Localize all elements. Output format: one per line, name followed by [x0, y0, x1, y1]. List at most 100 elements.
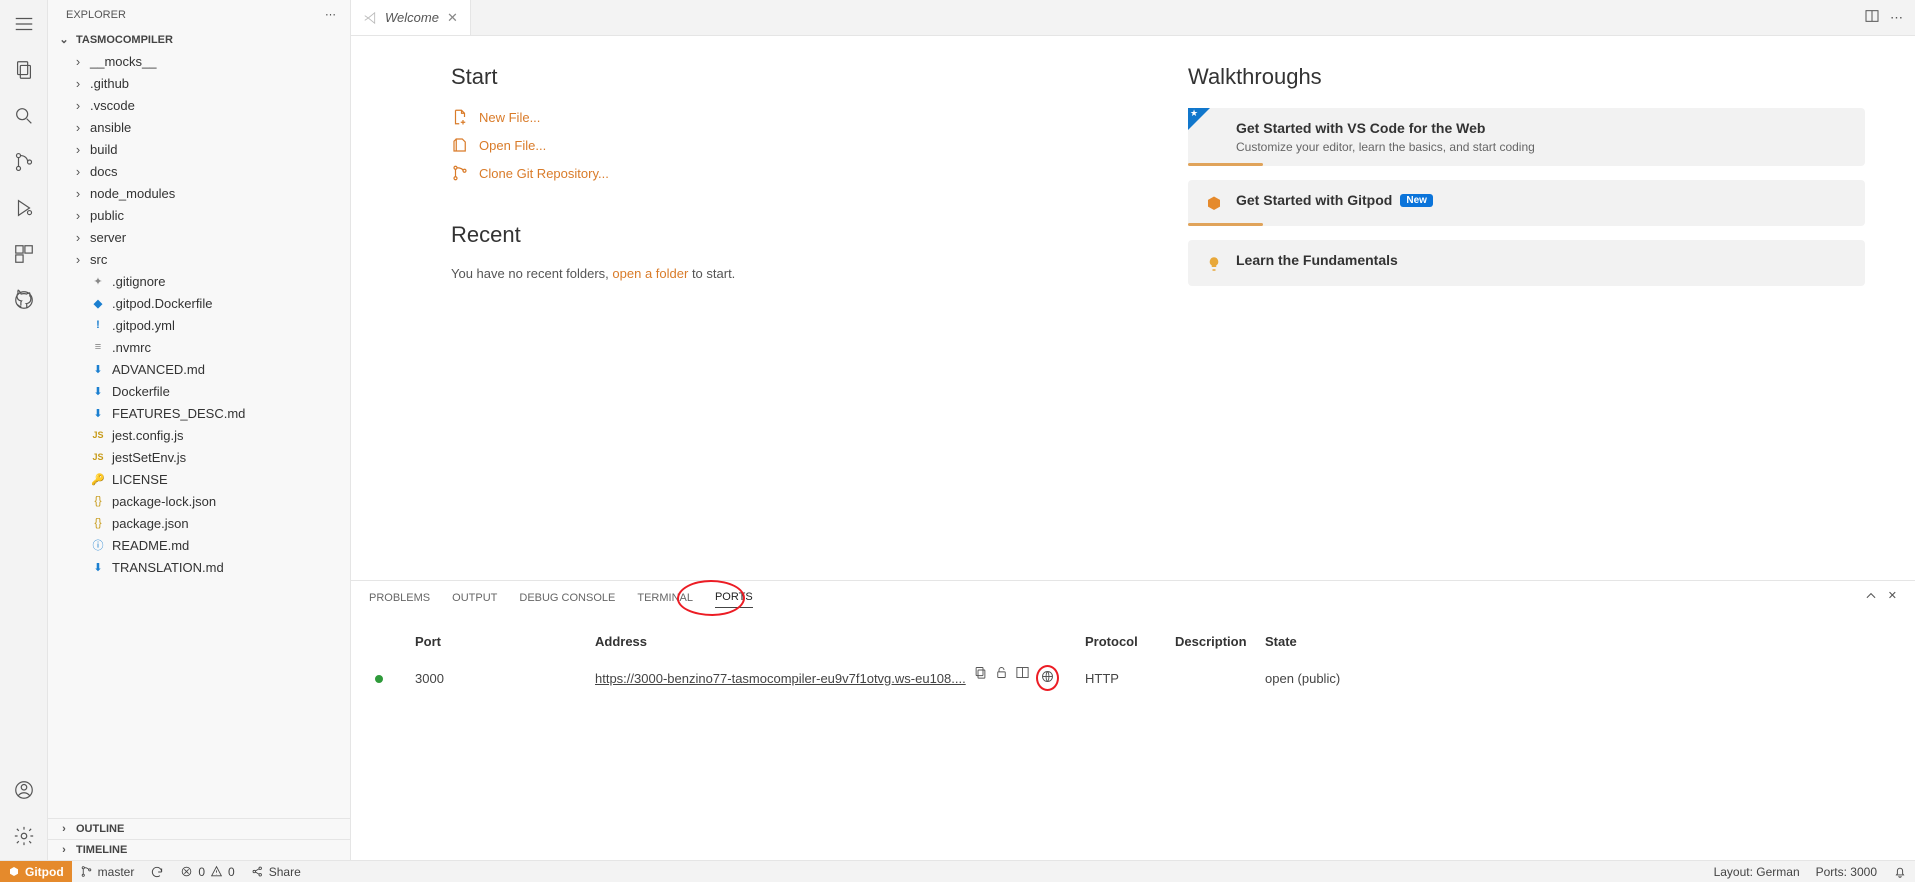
file-item[interactable]: ⬇ADVANCED.md — [48, 358, 350, 380]
project-header[interactable]: ⌄ TASMOCOMPILER — [48, 29, 350, 50]
panel-close-icon[interactable]: ✕ — [1888, 589, 1897, 606]
lock-open-icon[interactable] — [994, 665, 1009, 691]
tab-terminal[interactable]: TERMINAL — [637, 588, 693, 608]
chevron-right-icon: › — [72, 208, 84, 223]
git-branch-icon — [451, 164, 469, 182]
start-heading: Start — [451, 64, 1128, 90]
close-icon[interactable]: ✕ — [447, 10, 458, 26]
chevron-right-icon: › — [72, 76, 84, 91]
walkthrough-vscode[interactable]: Get Started with VS Code for the Web Cus… — [1188, 108, 1865, 166]
file-item[interactable]: {}package.json — [48, 512, 350, 534]
outline-section[interactable]: › OUTLINE — [48, 818, 350, 839]
share-status[interactable]: Share — [243, 861, 309, 882]
vscode-logo-icon — [363, 11, 377, 25]
folder-item[interactable]: ›ansible — [48, 116, 350, 138]
gitpod-status[interactable]: Gitpod — [0, 861, 72, 882]
problems-status[interactable]: 0 0 — [172, 861, 242, 882]
new-badge: New — [1400, 194, 1433, 207]
folder-item[interactable]: ›.github — [48, 72, 350, 94]
tab-welcome[interactable]: Welcome ✕ — [351, 0, 471, 35]
sync-status[interactable] — [142, 861, 172, 882]
timeline-section[interactable]: › TIMELINE — [48, 839, 350, 860]
scm-icon[interactable] — [10, 148, 38, 176]
account-icon[interactable] — [10, 776, 38, 804]
port-value: 3000 — [409, 657, 589, 699]
menu-icon[interactable] — [10, 10, 38, 38]
folder-item[interactable]: ›.vscode — [48, 94, 350, 116]
explorer-title: EXPLORER — [66, 9, 126, 21]
github-icon[interactable] — [10, 286, 38, 314]
port-address-link[interactable]: https://3000-benzino77-tasmocompiler-eu9… — [595, 671, 966, 686]
split-editor-icon[interactable] — [1864, 8, 1880, 27]
file-item[interactable]: JSjest.config.js — [48, 424, 350, 446]
vscode-logo-icon — [1204, 122, 1224, 142]
file-tree: ›__mocks__›.github›.vscode›ansible›build… — [48, 50, 350, 818]
settings-gear-icon[interactable] — [10, 822, 38, 850]
folder-item[interactable]: ›docs — [48, 160, 350, 182]
open-file-link[interactable]: Open File... — [451, 136, 1128, 154]
walkthroughs-heading: Walkthroughs — [1188, 64, 1865, 90]
tab-debug-console[interactable]: DEBUG CONSOLE — [519, 588, 615, 608]
branch-status[interactable]: master — [72, 861, 143, 882]
file-item[interactable]: 🔑LICENSE — [48, 468, 350, 490]
folder-item[interactable]: ›node_modules — [48, 182, 350, 204]
work-area: Welcome ✕ ⋯ Start — [351, 0, 1915, 860]
folder-item[interactable]: ›src — [48, 248, 350, 270]
file-item[interactable]: JSjestSetEnv.js — [48, 446, 350, 468]
editor-tabbar: Welcome ✕ ⋯ — [351, 0, 1915, 36]
file-item[interactable]: ⬇TRANSLATION.md — [48, 556, 350, 578]
clone-repo-link[interactable]: Clone Git Repository... — [451, 164, 1128, 182]
folder-item[interactable]: ›public — [48, 204, 350, 226]
file-item[interactable]: ✦.gitignore — [48, 270, 350, 292]
explorer-more-icon[interactable]: ⋯ — [325, 8, 336, 21]
file-item[interactable]: !.gitpod.yml — [48, 314, 350, 336]
tab-ports[interactable]: PORTS — [715, 587, 753, 608]
port-row[interactable]: 3000 https://3000-benzino77-tasmocompile… — [369, 657, 1897, 699]
search-icon[interactable] — [10, 102, 38, 130]
folder-item[interactable]: ›__mocks__ — [48, 50, 350, 72]
chevron-right-icon: › — [72, 230, 84, 245]
welcome-editor: Start New File... Open File... — [351, 36, 1915, 580]
folder-item[interactable]: ›server — [48, 226, 350, 248]
run-icon[interactable] — [10, 194, 38, 222]
chevron-right-icon: › — [58, 823, 70, 835]
more-actions-icon[interactable]: ⋯ — [1890, 10, 1903, 26]
copy-icon[interactable] — [973, 665, 988, 691]
notifications-icon[interactable] — [1885, 861, 1915, 882]
recent-text: You have no recent folders, open a folde… — [451, 266, 1128, 281]
folder-item[interactable]: ›build — [48, 138, 350, 160]
file-item[interactable]: ⬇Dockerfile — [48, 380, 350, 402]
explorer-sidebar: EXPLORER ⋯ ⌄ TASMOCOMPILER ›__mocks__›.g… — [48, 0, 351, 860]
layout-status[interactable]: Layout: German — [1706, 861, 1808, 882]
walkthrough-fundamentals[interactable]: Learn the Fundamentals — [1188, 240, 1865, 286]
chevron-right-icon: › — [72, 142, 84, 157]
globe-icon[interactable] — [1036, 665, 1059, 691]
file-item[interactable]: ⬇FEATURES_DESC.md — [48, 402, 350, 424]
col-protocol: Protocol — [1079, 626, 1169, 657]
chevron-right-icon: › — [72, 98, 84, 113]
panel-maximize-icon[interactable] — [1864, 589, 1878, 606]
ports-status[interactable]: Ports: 3000 — [1808, 861, 1885, 882]
file-item[interactable]: {}package-lock.json — [48, 490, 350, 512]
progress-bar — [1188, 163, 1263, 166]
gitpod-logo-icon — [1204, 194, 1224, 214]
extensions-icon[interactable] — [10, 240, 38, 268]
walkthrough-gitpod[interactable]: Get Started with Gitpod New — [1188, 180, 1865, 226]
file-item[interactable]: ◆.gitpod.Dockerfile — [48, 292, 350, 314]
chevron-right-icon: › — [58, 844, 70, 856]
new-file-link[interactable]: New File... — [451, 108, 1128, 126]
project-name: TASMOCOMPILER — [76, 34, 173, 46]
lightbulb-icon — [1204, 254, 1224, 274]
file-item[interactable]: ⓘREADME.md — [48, 534, 350, 556]
status-dot-icon — [375, 675, 383, 683]
preview-icon[interactable] — [1015, 665, 1030, 691]
chevron-down-icon: ⌄ — [58, 33, 70, 46]
open-folder-link[interactable]: open a folder — [612, 266, 688, 281]
chevron-right-icon: › — [72, 252, 84, 267]
file-item[interactable]: ≡.nvmrc — [48, 336, 350, 358]
status-bar: Gitpod master 0 0 Share Layout: German P… — [0, 860, 1915, 882]
tab-output[interactable]: OUTPUT — [452, 588, 497, 608]
activity-bar — [0, 0, 48, 860]
explorer-icon[interactable] — [10, 56, 38, 84]
tab-problems[interactable]: PROBLEMS — [369, 588, 430, 608]
